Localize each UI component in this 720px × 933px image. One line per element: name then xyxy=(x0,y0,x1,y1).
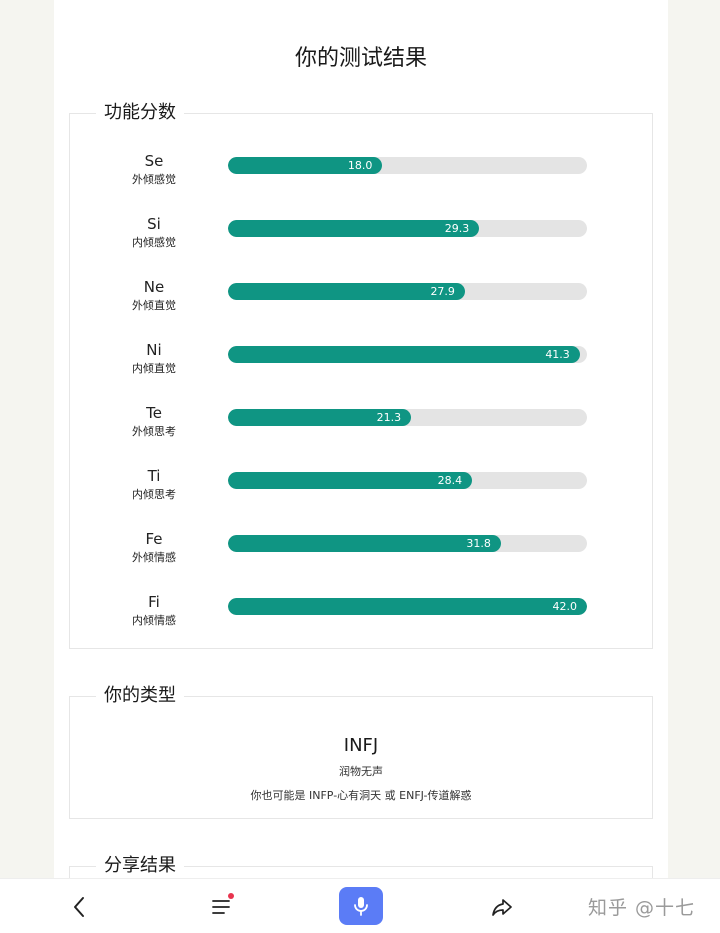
function-code: Se xyxy=(144,152,164,170)
function-code: Ti xyxy=(147,467,161,485)
score-value: 28.4 xyxy=(437,474,463,487)
voice-input-button[interactable] xyxy=(339,887,383,925)
function-name: 外倾直觉 xyxy=(132,299,176,312)
function-name: 内倾思考 xyxy=(132,488,176,501)
watermark: 知乎 @十七 xyxy=(588,897,696,919)
score-bar-track: 42.0 xyxy=(228,598,587,615)
score-bar-track: 27.9 xyxy=(228,283,587,300)
function-row-ti: Ti 内倾思考 28.4 xyxy=(70,467,652,513)
score-bar-track: 28.4 xyxy=(228,472,587,489)
page-title: 你的测试结果 xyxy=(294,46,427,71)
score-bar-fill: 27.9 xyxy=(228,283,465,300)
share-icon xyxy=(492,898,512,916)
function-name: 内倾感觉 xyxy=(132,236,176,249)
score-bar-track: 29.3 xyxy=(228,220,587,237)
menu-icon xyxy=(212,899,230,914)
share-button[interactable] xyxy=(486,879,518,933)
function-scores-panel: 功能分数 Se 外倾感觉 18.0 Si 内倾感觉 29.3 Ne 外倾直觉 27.9 Ni 内倾直… xyxy=(69,101,653,649)
menu-button[interactable] xyxy=(204,879,238,933)
type-panel: 你的类型 INFJ 润物无声 你也可能是 INFP-心有洞天 或 ENFJ-传道… xyxy=(69,684,653,819)
score-bar-fill: 41.3 xyxy=(228,346,580,363)
function-row-fe: Fe 外倾情感 31.8 xyxy=(70,530,652,576)
function-name: 外倾情感 xyxy=(132,551,176,564)
function-name: 外倾感觉 xyxy=(132,173,176,186)
function-code: Fe xyxy=(145,530,163,548)
score-value: 18.0 xyxy=(347,159,373,172)
function-name: 内倾直觉 xyxy=(132,362,176,375)
function-row-ni: Ni 内倾直觉 41.3 xyxy=(70,341,652,387)
function-row-se: Se 外倾感觉 18.0 xyxy=(70,152,652,198)
function-row-ne: Ne 外倾直觉 27.9 xyxy=(70,278,652,324)
score-bar-fill: 29.3 xyxy=(228,220,480,237)
back-button[interactable] xyxy=(62,879,96,933)
function-code: Si xyxy=(147,215,161,233)
score-bar-fill: 21.3 xyxy=(228,409,412,426)
function-code: Ni xyxy=(146,341,162,359)
function-row-fi: Fi 内倾情感 42.0 xyxy=(70,593,652,639)
score-bar-fill: 18.0 xyxy=(228,157,383,174)
function-name: 外倾思考 xyxy=(132,425,176,438)
score-value: 29.3 xyxy=(444,222,470,235)
result-page: 你的测试结果 功能分数 Se 外倾感觉 18.0 Si 内倾感觉 29.3 Ne 外倾直觉 27… xyxy=(54,0,668,933)
type-code: INFJ xyxy=(343,735,379,756)
function-code: Ne xyxy=(143,278,165,296)
score-value: 27.9 xyxy=(430,285,455,298)
score-value: 21.3 xyxy=(376,411,402,424)
notification-dot xyxy=(228,893,234,899)
score-bar-track: 21.3 xyxy=(228,409,587,426)
type-nickname: 润物无声 xyxy=(339,765,383,778)
type-legend: 你的类型 xyxy=(96,684,184,708)
score-bar-track: 41.3 xyxy=(228,346,587,363)
function-scores-legend: 功能分数 xyxy=(96,101,184,125)
function-code: Fi xyxy=(148,593,160,611)
function-row-si: Si 内倾感觉 29.3 xyxy=(70,215,652,261)
back-icon xyxy=(74,896,84,917)
microphone-icon xyxy=(354,897,368,916)
score-value: 42.0 xyxy=(552,600,578,613)
function-name: 内倾情感 xyxy=(132,614,176,627)
share-legend: 分享结果 xyxy=(96,854,184,878)
score-value: 41.3 xyxy=(545,348,570,361)
score-value: 31.8 xyxy=(466,537,491,550)
score-bar-fill: 42.0 xyxy=(228,598,587,615)
function-row-te: Te 外倾思考 21.3 xyxy=(70,404,652,450)
type-alternatives: 你也可能是 INFP-心有洞天 或 ENFJ-传道解惑 xyxy=(250,789,472,802)
score-bar-fill: 31.8 xyxy=(228,535,501,552)
score-bar-track: 31.8 xyxy=(228,535,587,552)
function-code: Te xyxy=(146,404,162,422)
score-bar-fill: 28.4 xyxy=(228,472,473,489)
score-bar-track: 18.0 xyxy=(228,157,587,174)
